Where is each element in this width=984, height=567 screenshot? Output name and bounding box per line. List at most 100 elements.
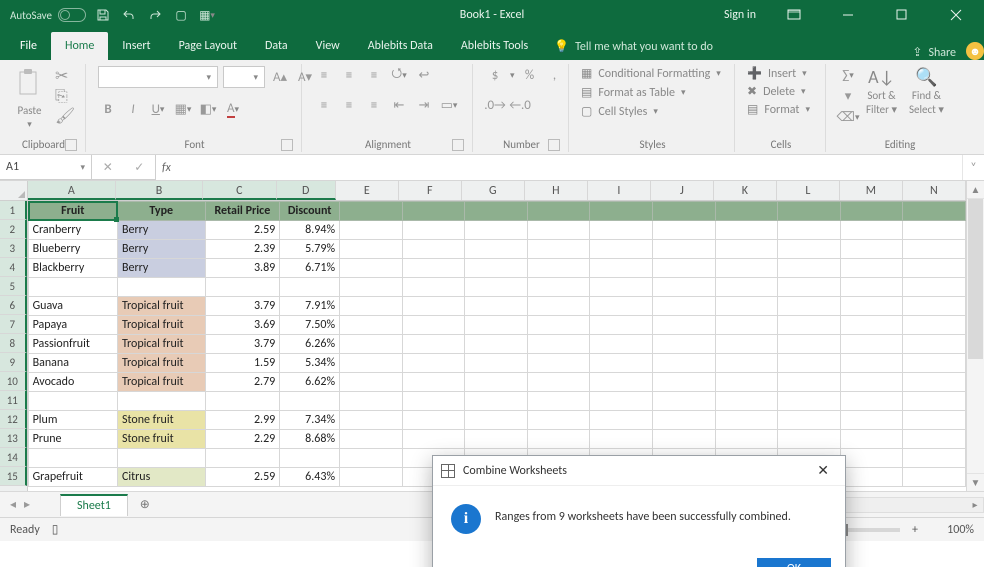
- currency-icon[interactable]: $: [485, 66, 505, 84]
- align-center-icon[interactable]: ≡: [339, 96, 359, 114]
- feedback-smile-icon[interactable]: ☻: [966, 42, 984, 60]
- tab-file[interactable]: File: [6, 32, 51, 60]
- cell-styles-button[interactable]: ▢Cell Styles▾: [581, 104, 721, 119]
- tab-scroll-right-icon[interactable]: ▸: [24, 497, 30, 512]
- increase-decimal-icon[interactable]: .0→: [485, 96, 505, 114]
- ribbon-options-icon[interactable]: [772, 0, 816, 30]
- tab-home[interactable]: Home: [51, 32, 108, 60]
- fill-icon[interactable]: ▾: [838, 87, 858, 105]
- ribbon: Paste ▾ ✂ ⎘ 🖌 Clipboard ▾ ▾ A▴ A▾ B I U▾: [0, 60, 984, 155]
- table-icon: ▤: [581, 85, 592, 100]
- decrease-decimal-icon[interactable]: ←.0: [510, 96, 530, 114]
- cut-icon[interactable]: ✂: [55, 68, 75, 84]
- sheet-tab-sheet1[interactable]: Sheet1: [60, 494, 128, 516]
- percent-icon[interactable]: %: [520, 66, 540, 84]
- tab-pagelayout[interactable]: Page Layout: [165, 32, 251, 60]
- scroll-down-icon[interactable]: ▼: [967, 473, 984, 491]
- align-top-icon[interactable]: ≡: [314, 66, 334, 84]
- align-right-icon[interactable]: ≡: [364, 96, 384, 114]
- underline-icon[interactable]: U▾: [148, 100, 168, 118]
- autosave-toggle[interactable]: AutoSave: [10, 8, 86, 22]
- increase-indent-icon[interactable]: ⇥: [414, 96, 434, 114]
- redo-icon[interactable]: [146, 6, 164, 24]
- copy-icon[interactable]: ⎘: [55, 88, 75, 104]
- name-box-value: A1: [6, 160, 19, 174]
- ok-button[interactable]: OK: [757, 558, 831, 567]
- row-headers[interactable]: 123456789101112131415: [0, 201, 28, 491]
- select-all-cell[interactable]: [0, 181, 28, 200]
- align-left-icon[interactable]: ≡: [314, 96, 334, 114]
- minimize-icon[interactable]: [826, 0, 870, 30]
- delete-label: Delete: [763, 85, 795, 99]
- sort-filter-button[interactable]: A↓Sort &Filter ▾: [866, 66, 897, 116]
- macro-record-icon[interactable]: ▯: [52, 522, 59, 537]
- zoom-in-icon[interactable]: +: [912, 523, 918, 537]
- paste-button[interactable]: Paste ▾: [12, 66, 47, 130]
- sort-line2: Filter ▾: [866, 103, 897, 116]
- format-as-table-button[interactable]: ▤Format as Table▾: [581, 85, 721, 100]
- format-painter-icon[interactable]: 🖌: [55, 108, 75, 124]
- sign-in-link[interactable]: Sign in: [724, 8, 762, 22]
- comma-icon[interactable]: ,: [545, 66, 565, 84]
- tab-ablebits-data[interactable]: Ablebits Data: [354, 32, 447, 60]
- title-bar: AutoSave ▢ ▦▾ Book1 - Excel Sign in: [0, 0, 984, 30]
- new-sheet-button[interactable]: ⊕: [132, 495, 158, 515]
- conditional-formatting-button[interactable]: ▦Conditional Formatting▾: [581, 66, 721, 81]
- font-color-icon[interactable]: A▾: [223, 100, 243, 118]
- bold-icon[interactable]: B: [98, 100, 118, 118]
- wrap-text-icon[interactable]: ↩: [414, 66, 434, 84]
- maximize-icon[interactable]: [880, 0, 924, 30]
- scroll-right-icon[interactable]: ▸: [967, 498, 983, 511]
- qat-icon[interactable]: ▢: [172, 6, 190, 24]
- scroll-up-icon[interactable]: ▲: [967, 181, 984, 199]
- autosum-icon[interactable]: ∑▾: [838, 66, 858, 84]
- dialog-launcher-icon[interactable]: [548, 139, 560, 151]
- insert-cells-button[interactable]: ➕Insert▾: [747, 66, 810, 81]
- dialog-launcher-icon[interactable]: [452, 139, 464, 151]
- format-label: Format: [764, 103, 799, 117]
- tab-scroll-left-icon[interactable]: ◂: [10, 497, 16, 512]
- fx-label[interactable]: fx: [156, 155, 177, 180]
- grow-font-icon[interactable]: A▴: [270, 68, 290, 86]
- font-name-combo[interactable]: ▾: [98, 66, 218, 88]
- cancel-formula-icon[interactable]: ✕: [103, 160, 113, 175]
- merge-icon[interactable]: ▭▾: [439, 96, 459, 114]
- fill-color-icon[interactable]: ◧▾: [198, 100, 218, 118]
- tab-data[interactable]: Data: [251, 32, 302, 60]
- enter-formula-icon[interactable]: ✓: [134, 160, 144, 175]
- border-icon[interactable]: ▦▾: [173, 100, 193, 118]
- close-icon[interactable]: [934, 0, 978, 30]
- align-bottom-icon[interactable]: ≡: [364, 66, 384, 84]
- formula-input[interactable]: [177, 155, 962, 180]
- vertical-scrollbar[interactable]: ▲ ▼: [966, 181, 984, 491]
- dialog-launcher-icon[interactable]: [65, 139, 77, 151]
- tab-view[interactable]: View: [302, 32, 354, 60]
- format-cells-button[interactable]: ▤Format▾: [747, 102, 810, 117]
- name-box[interactable]: A1▾: [0, 155, 92, 180]
- italic-icon[interactable]: I: [123, 100, 143, 118]
- cells-grid[interactable]: FruitTypeRetail PriceDiscountCranberryBe…: [28, 201, 966, 491]
- zoom-level[interactable]: 100%: [930, 523, 974, 537]
- undo-icon[interactable]: [120, 6, 138, 24]
- font-size-combo[interactable]: ▾: [223, 66, 265, 88]
- tab-insert[interactable]: Insert: [108, 32, 164, 60]
- share-icon: ⇪: [912, 45, 922, 60]
- qat-icon-2[interactable]: ▦▾: [198, 6, 216, 24]
- expand-formula-bar-icon[interactable]: ˅: [962, 155, 984, 180]
- tab-ablebits-tools[interactable]: Ablebits Tools: [447, 32, 542, 60]
- column-headers[interactable]: ABCDEFGHIJKLMN: [0, 181, 966, 201]
- align-middle-icon[interactable]: ≡: [339, 66, 359, 84]
- dialog-launcher-icon[interactable]: [281, 139, 293, 151]
- group-cells-label: Cells: [747, 136, 815, 152]
- orientation-icon[interactable]: ⭯▾: [389, 66, 409, 84]
- delete-icon: ✖: [747, 84, 757, 99]
- find-select-button[interactable]: 🔍Find &Select ▾: [909, 66, 944, 116]
- scrollbar-thumb[interactable]: [968, 199, 983, 359]
- decrease-indent-icon[interactable]: ⇤: [389, 96, 409, 114]
- dialog-close-icon[interactable]: ✕: [809, 460, 837, 481]
- share-button[interactable]: ⇪Share: [912, 45, 966, 60]
- clear-icon[interactable]: ⌫▾: [838, 108, 858, 126]
- delete-cells-button[interactable]: ✖Delete▾: [747, 84, 810, 99]
- tell-me[interactable]: 💡Tell me what you want to do: [542, 33, 725, 60]
- save-icon[interactable]: [94, 6, 112, 24]
